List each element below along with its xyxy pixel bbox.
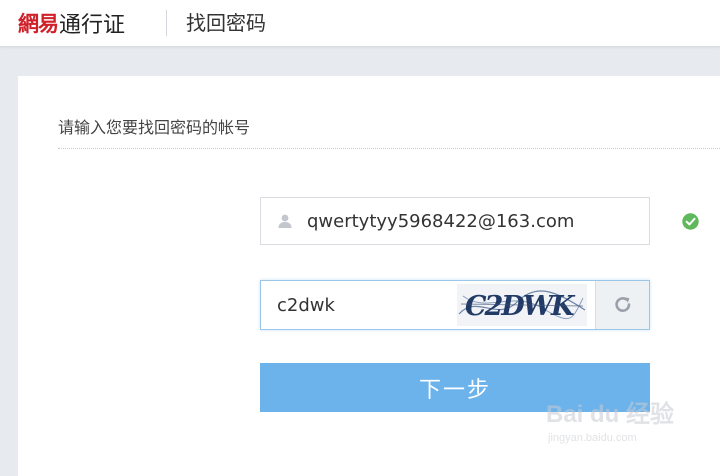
user-icon [278, 214, 292, 228]
page-title: 找回密码 [186, 11, 266, 35]
logo-product: 通行证 [59, 13, 126, 38]
section-title: 请输入您要找回密码的帐号 [58, 118, 251, 137]
check-circle-icon [682, 213, 699, 230]
next-step-button[interactable]: 下一步 [260, 363, 650, 412]
captcha-refresh-button[interactable] [595, 281, 649, 329]
section-divider [58, 148, 720, 149]
password-recovery-card: 请输入您要找回密码的帐号 C2DWK 下一步 [18, 76, 720, 476]
netease-passport-logo[interactable]: 網易 通行证 [18, 8, 125, 38]
captcha-text: C2DWK [465, 291, 576, 322]
header-divider [166, 10, 167, 36]
account-field[interactable] [260, 197, 650, 245]
captcha-input[interactable] [277, 281, 447, 329]
captcha-image[interactable]: C2DWK [457, 284, 587, 326]
account-input[interactable] [307, 198, 637, 244]
top-bar: 網易 通行证 找回密码 [0, 0, 720, 47]
logo-brand: 網易 [18, 11, 59, 36]
refresh-icon [614, 297, 630, 312]
captcha-field[interactable]: C2DWK [260, 280, 650, 330]
